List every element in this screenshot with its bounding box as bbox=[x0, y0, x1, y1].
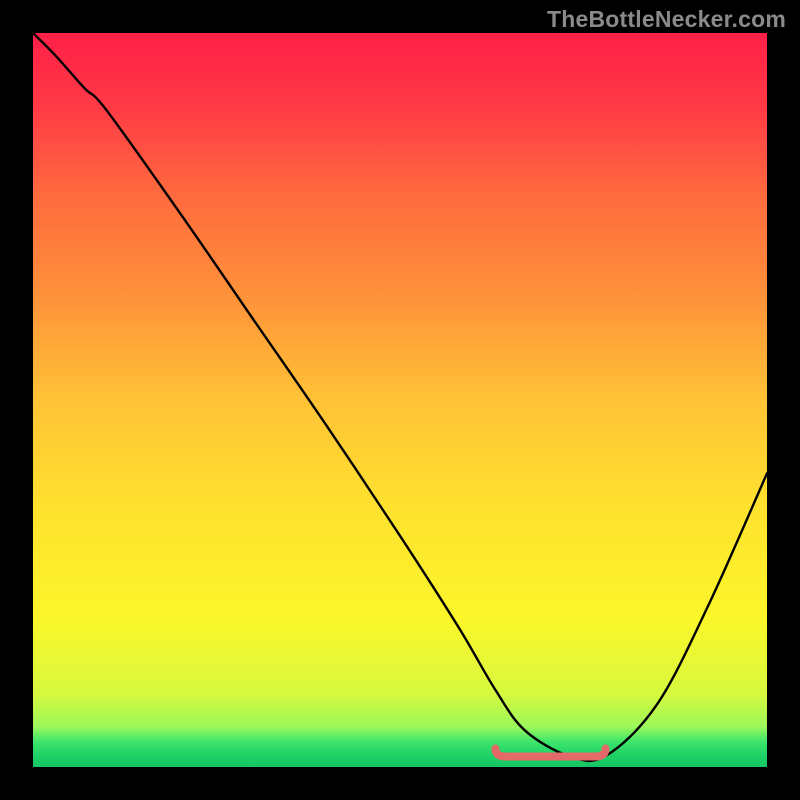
chart-plot-area bbox=[33, 33, 767, 767]
watermark-label: TheBottleNecker.com bbox=[547, 6, 786, 33]
chart-frame: TheBottleNecker.com bbox=[0, 0, 800, 800]
chart-svg bbox=[33, 33, 767, 767]
gradient-background bbox=[33, 33, 767, 767]
